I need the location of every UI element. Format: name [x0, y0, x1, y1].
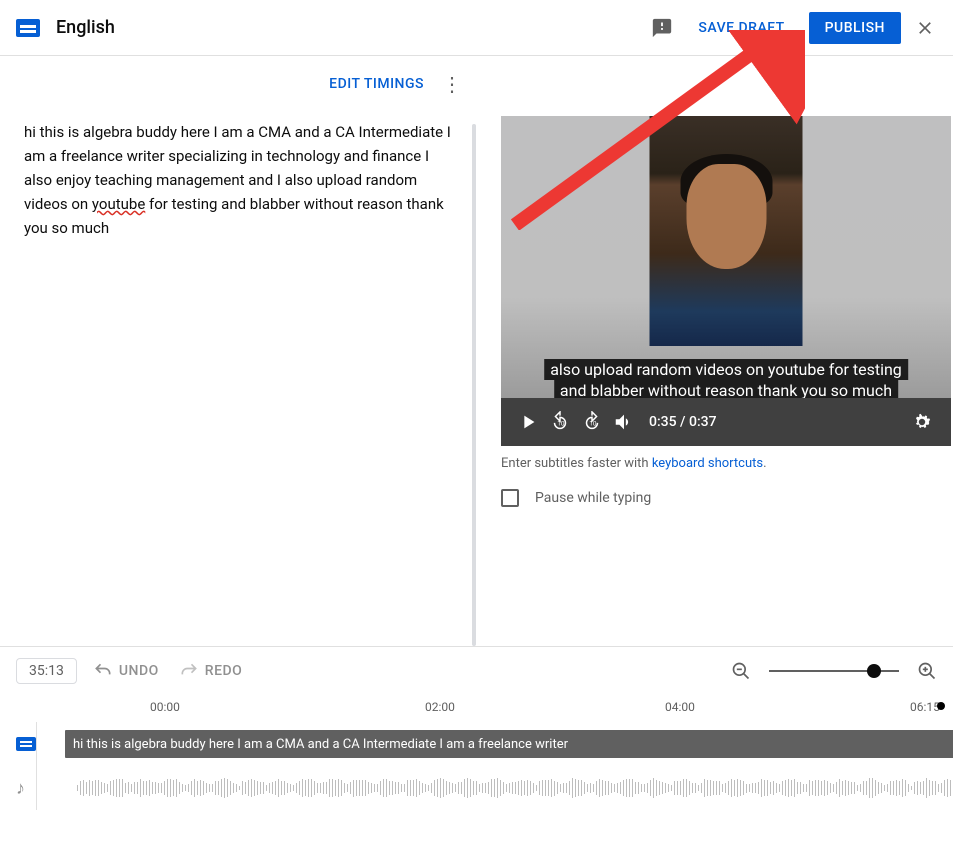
transcript-toolbar: EDIT TIMINGS ⋮	[0, 56, 476, 112]
rewind-10-icon[interactable]: 10	[545, 407, 575, 437]
forward-10-icon[interactable]: 10	[577, 407, 607, 437]
svg-text:10: 10	[557, 420, 565, 428]
publish-button[interactable]: PUBLISH	[809, 12, 901, 44]
timeline-toolbar: 35:13 UNDO REDO	[0, 646, 953, 694]
close-icon[interactable]	[913, 16, 937, 40]
subtitle-block[interactable]: hi this is algebra buddy here I am a CMA…	[65, 730, 953, 758]
audio-track-icon: ♪	[16, 778, 25, 799]
video-player[interactable]: also upload random videos on youtube for…	[501, 116, 951, 446]
video-frame	[650, 116, 803, 346]
zoom-in-icon[interactable]	[917, 661, 937, 681]
save-draft-button[interactable]: SAVE DRAFT	[686, 12, 796, 44]
waveform-track[interactable]	[37, 766, 953, 810]
transcript-panel: EDIT TIMINGS ⋮ hi this is algebra buddy …	[0, 56, 476, 646]
play-icon[interactable]	[513, 407, 543, 437]
track-icon-column: ♪	[0, 722, 37, 810]
keyboard-shortcuts-link[interactable]: keyboard shortcuts	[652, 456, 763, 471]
pause-while-typing-row: Pause while typing	[501, 481, 951, 515]
feedback-icon[interactable]	[650, 16, 674, 40]
top-header: English SAVE DRAFT PUBLISH	[0, 0, 953, 56]
time-ruler[interactable]: 00:00 02:00 04:00 06:15	[0, 694, 953, 722]
undo-button[interactable]: UNDO	[93, 661, 159, 681]
shortcuts-hint: Enter subtitles faster with keyboard sho…	[501, 446, 951, 481]
timeline-area: 00:00 02:00 04:00 06:15 ♪ hi this is alg…	[0, 694, 953, 844]
zoom-slider[interactable]	[769, 670, 899, 672]
language-title: English	[56, 17, 638, 38]
settings-icon[interactable]	[907, 407, 937, 437]
zoom-out-icon[interactable]	[731, 661, 751, 681]
captions-icon	[16, 19, 40, 37]
video-controls: 10 10 0:35 / 0:37	[501, 398, 951, 446]
more-options-icon[interactable]: ⋮	[440, 72, 464, 96]
video-time-display: 0:35 / 0:37	[649, 414, 717, 430]
timecode-input[interactable]: 35:13	[16, 658, 77, 684]
transcript-input[interactable]: hi this is algebra buddy here I am a CMA…	[0, 112, 476, 248]
edit-timings-button[interactable]: EDIT TIMINGS	[317, 68, 436, 100]
captions-track-icon	[16, 737, 36, 751]
panel-resize-handle[interactable]	[472, 124, 476, 646]
preview-panel: also upload random videos on youtube for…	[476, 56, 953, 646]
main-content: EDIT TIMINGS ⋮ hi this is algebra buddy …	[0, 56, 953, 646]
volume-icon[interactable]	[609, 407, 639, 437]
pause-checkbox[interactable]	[501, 489, 519, 507]
redo-button[interactable]: REDO	[179, 661, 243, 681]
svg-text:10: 10	[589, 420, 597, 428]
timeline-end-marker	[937, 702, 945, 710]
pause-label: Pause while typing	[535, 490, 651, 506]
caption-overlay: also upload random videos on youtube for…	[544, 359, 908, 401]
